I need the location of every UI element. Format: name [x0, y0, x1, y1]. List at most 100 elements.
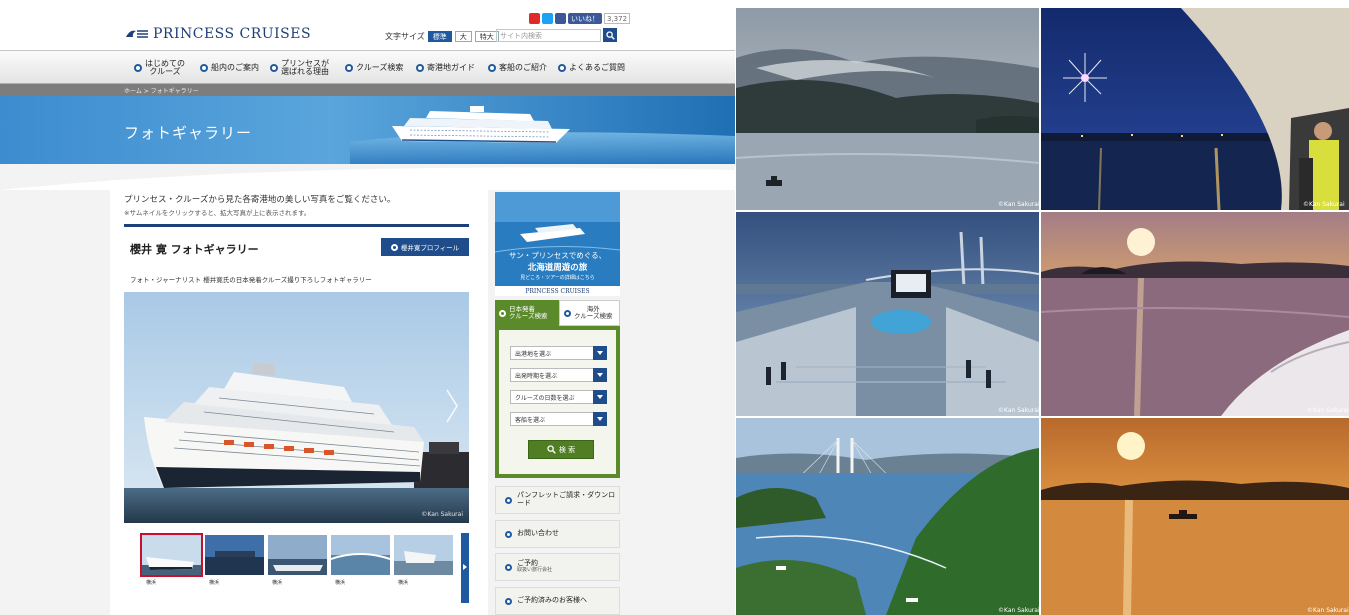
photo-fireworks-deck: ©Kan Sakurai [1041, 8, 1349, 210]
nav-port-guide[interactable]: 寄港地ガイド [416, 51, 475, 85]
brochure-link[interactable]: パンフレットご請求・ダウンロード [495, 486, 620, 514]
search-icon [605, 30, 615, 40]
nav-onboard-guide[interactable]: 船内のご案内 [200, 51, 259, 85]
cruise-ship-photo [124, 292, 469, 523]
thumbnail-2[interactable] [205, 535, 264, 575]
search-button[interactable] [603, 28, 617, 42]
bullet-icon [345, 64, 353, 72]
next-photo-arrow-icon[interactable] [444, 388, 460, 424]
thumbnail-caption: 横浜 [272, 580, 283, 586]
departure-port-select[interactable]: 出港地を選ぶ [510, 346, 607, 360]
website-screenshot: PRINCESS CRUISES いいね！ 3,372 文字サイズ 標準 大 特… [0, 0, 735, 615]
ad-logo: PRINCESS CRUISES [495, 286, 620, 296]
chevron-down-icon [593, 412, 607, 426]
bullet-icon [200, 64, 208, 72]
bullet-icon [134, 64, 142, 72]
nav-ships[interactable]: 客船のご紹介 [488, 51, 547, 85]
chevron-down-icon [593, 390, 607, 404]
ad-headline-1: サン・プリンセスでめぐる、 [508, 251, 607, 260]
thumbnail-5[interactable] [394, 535, 453, 575]
nav-faq[interactable]: よくあるご質問 [558, 51, 625, 85]
hokkaido-cruise-ad[interactable]: サン・プリンセスでめぐる、 北海道周遊の旅 見どころ・ツアーの詳細はこちら PR… [495, 192, 620, 296]
page-title: フォトギャラリー [124, 124, 253, 142]
thumbnail-strip: 横浜 横浜 横浜 横浜 横浜 [140, 533, 470, 605]
facebook-icon[interactable] [555, 13, 566, 24]
site-header: PRINCESS CRUISES いいね！ 3,372 文字サイズ 標準 大 特… [0, 0, 735, 48]
contact-link[interactable]: お問い合わせ [495, 520, 620, 548]
gallery-intro-note: ※サムネイルをクリックすると、拡大写真が上に表示されます。 [124, 209, 311, 217]
search-icon [547, 445, 556, 454]
reservation-link[interactable]: ご予約 取扱い旅行会社 [495, 553, 620, 581]
thumbnail-4[interactable] [331, 535, 390, 575]
global-navigation: はじめての クルーズ 船内のご案内 プリンセスが 選ばれる理由 クルーズ検索 寄港地… [0, 50, 735, 84]
cruise-search-button[interactable]: 検 索 [528, 440, 594, 459]
cruise-search-panel: 日本発着 クルーズ検索 海外 クルーズ検索 出港地を選ぶ 出発時期を選ぶ クルーズの… [495, 300, 620, 480]
thumbnail-3[interactable] [268, 535, 327, 575]
search-form: 出港地を選ぶ 出発時期を選ぶ クルーズの日数を選ぶ 客船を選ぶ 検 索 [495, 326, 620, 478]
seawitch-logo-icon [124, 28, 150, 40]
gallery-intro: プリンセス・クルーズから見た各寄港地の美しい写真をご覧ください。 [124, 195, 396, 205]
ad-headline-2: 北海道周遊の旅 [527, 263, 588, 273]
social-links: いいね！ 3,372 [529, 13, 631, 24]
banner-ship-illustration [350, 106, 735, 164]
photo-credit: ©Kan Sakurai [998, 407, 1039, 414]
breadcrumb[interactable]: ホーム > フォトギャラリー [0, 84, 735, 96]
twitter-icon[interactable] [542, 13, 553, 24]
photo-credit: ©Kan Sakurai [998, 201, 1039, 208]
font-size-large-button[interactable]: 大 [454, 31, 472, 42]
thumbnail-caption: 横浜 [335, 580, 346, 586]
tab-overseas-cruise-search[interactable]: 海外 クルーズ検索 [559, 300, 620, 326]
facebook-like-button[interactable]: いいね！ [568, 13, 602, 24]
profile-button[interactable]: 櫻井寛プロフィール [381, 238, 469, 256]
photo-credit: ©Kan Sakurai [1307, 607, 1349, 614]
youtube-icon[interactable] [529, 13, 540, 24]
chevron-down-icon [593, 346, 607, 360]
photo-sunset-bow: ©Kan Sakurai [1041, 212, 1349, 416]
nav-why-princess[interactable]: プリンセスが 選ばれる理由 [270, 51, 329, 85]
photo-credit: ©Kan Sakurai [421, 511, 463, 518]
like-count: 3,372 [604, 13, 631, 24]
bullet-icon [505, 563, 512, 571]
thumbnail-1[interactable] [140, 533, 203, 577]
logo-text: PRINCESS CRUISES [153, 26, 312, 42]
cruise-length-select[interactable]: クルーズの日数を選ぶ [510, 390, 607, 404]
main-photo: ©Kan Sakurai [124, 292, 469, 523]
bullet-icon [558, 64, 566, 72]
gallery-description: フォト・ジャーナリスト 櫻井寛氏の日本発着クルーズ撮り下ろしフォトギャラリー [130, 276, 372, 284]
photo-orange-sunset: ©Kan Sakurai [1041, 418, 1349, 615]
font-size-switcher: 文字サイズ 標準 大 特大 [385, 31, 499, 42]
bullet-icon [505, 597, 512, 605]
section-divider [124, 224, 469, 227]
bullet-icon [390, 243, 398, 251]
photo-pool-deck: ©Kan Sakurai [736, 212, 1039, 416]
font-size-normal-button[interactable]: 標準 [427, 31, 452, 42]
thumbnail-caption: 横浜 [398, 580, 409, 586]
photo-credit: ©Kan Sakurai [1303, 201, 1345, 208]
chevron-down-icon [593, 368, 607, 382]
bullet-icon [564, 309, 571, 317]
photo-credit: ©Kan Sakurai [998, 607, 1039, 614]
bullet-icon [488, 64, 496, 72]
photo-credit: ©Kan Sakurai [1307, 407, 1349, 414]
bullet-icon [416, 64, 424, 72]
thumbnail-caption: 横浜 [146, 580, 157, 586]
departure-date-select[interactable]: 出発時期を選ぶ [510, 368, 607, 382]
thumbnail-scroll-button[interactable] [461, 533, 469, 603]
photo-grid: ©Kan Sakurai ©Kan Sakurai ©Kan Sakurai ©… [735, 0, 1349, 615]
ad-link-text: 見どころ・ツアーの詳細はこちら [520, 275, 595, 281]
booked-customers-link[interactable]: ご予約済みのお客様へ [495, 587, 620, 615]
font-size-label: 文字サイズ [385, 32, 425, 41]
princess-logo[interactable]: PRINCESS CRUISES [124, 26, 311, 42]
bullet-icon [505, 530, 512, 538]
gallery-title: 櫻井 寛 フォトギャラリー [130, 243, 259, 256]
thumbnail-caption: 横浜 [209, 580, 220, 586]
nav-first-cruise[interactable]: はじめての クルーズ [134, 51, 185, 85]
ship-select[interactable]: 客船を選ぶ [510, 412, 607, 426]
nav-cruise-search[interactable]: クルーズ検索 [345, 51, 403, 85]
bullet-icon [505, 496, 512, 504]
site-search-input[interactable]: サイト内検索 [496, 29, 601, 42]
bullet-icon [270, 64, 278, 72]
tab-japan-cruise-search[interactable]: 日本発着 クルーズ検索 [495, 300, 559, 326]
page-banner: フォトギャラリー [0, 96, 735, 164]
photo-bridge-islands: ©Kan Sakurai [736, 418, 1039, 615]
